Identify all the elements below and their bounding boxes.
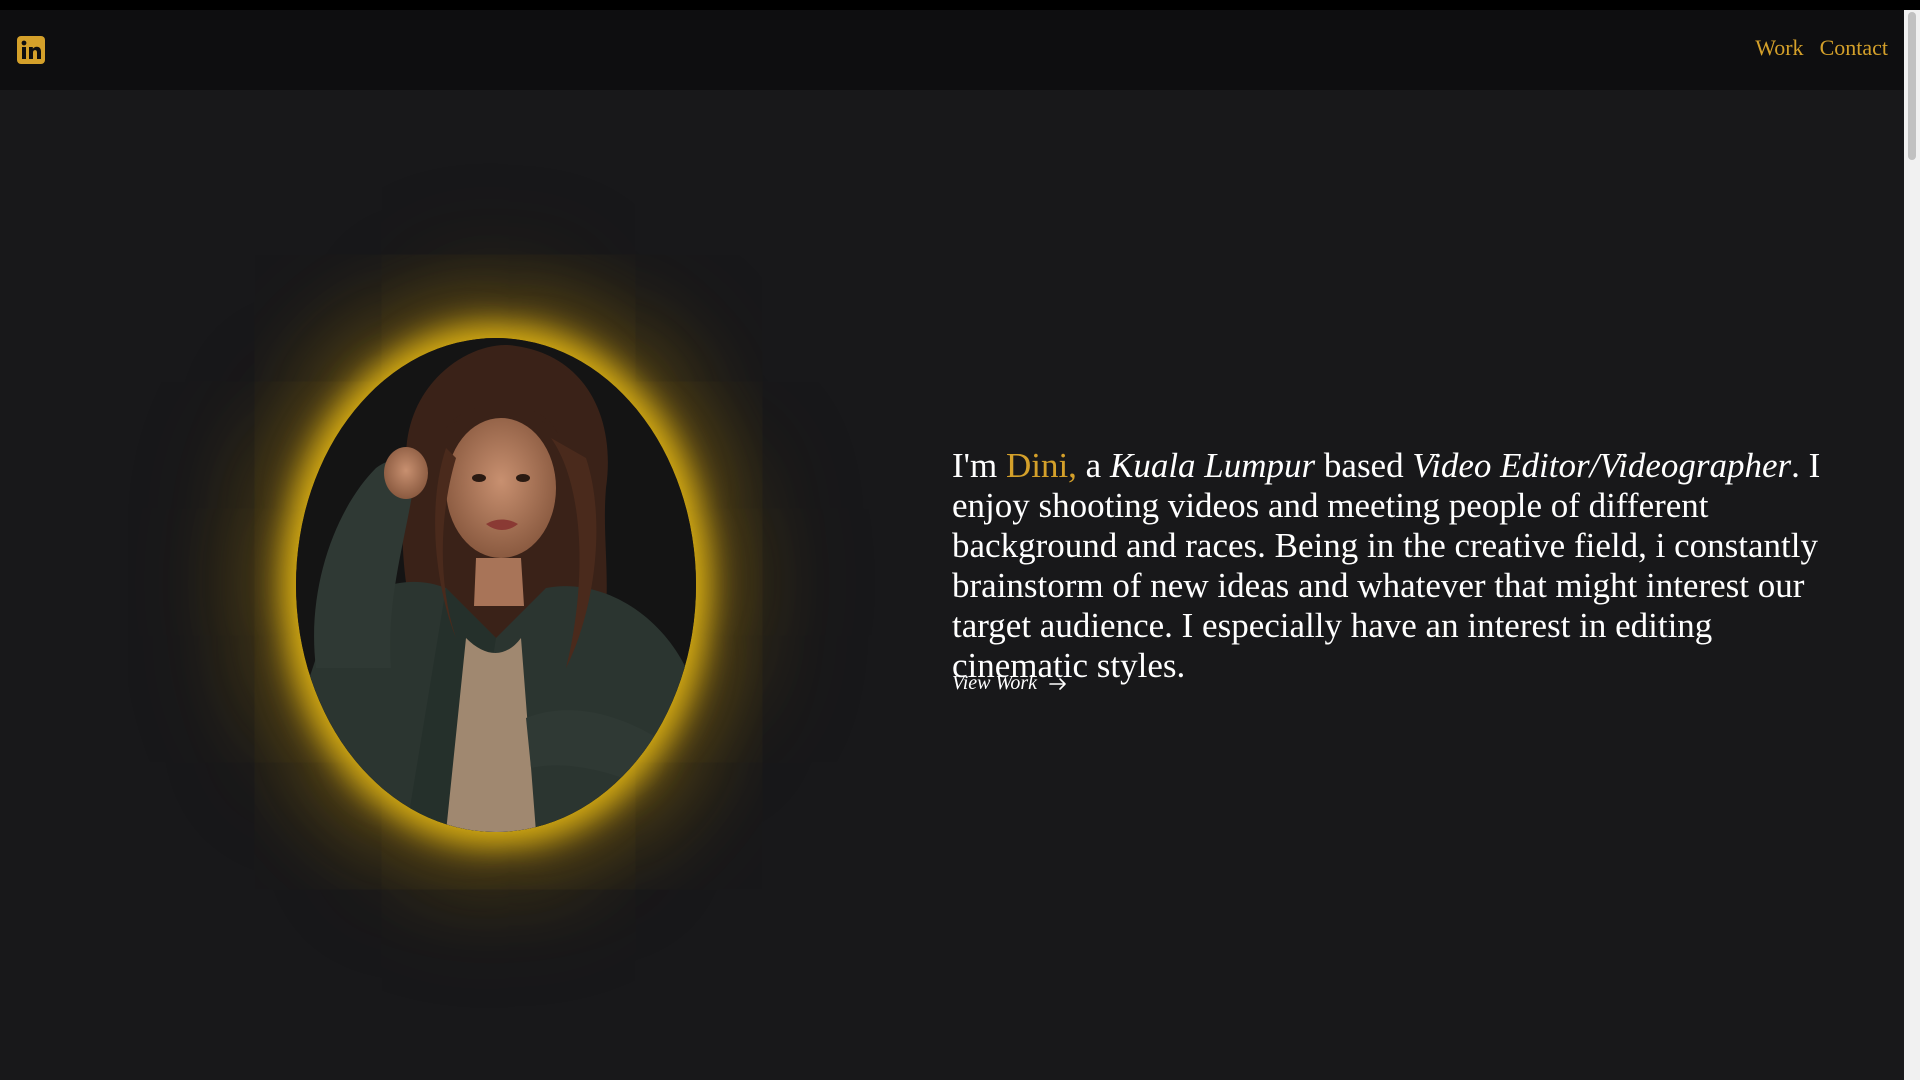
- intro-text: I'm Dini, a Kuala Lumpur based Video Edi…: [952, 446, 1852, 686]
- view-work-link[interactable]: View Work: [952, 672, 1067, 695]
- intro-name: Dini,: [1005, 446, 1077, 485]
- portrait-illustration: [296, 338, 696, 832]
- linkedin-glyph: [21, 40, 41, 59]
- portrait-image: [296, 338, 696, 832]
- scrollbar[interactable]: [1904, 10, 1920, 1080]
- intro-a: a: [1076, 446, 1110, 485]
- main-nav: Work Contact: [1755, 34, 1888, 63]
- navbar: Work Contact: [0, 10, 1904, 90]
- scrollbar-thumb[interactable]: [1908, 12, 1916, 160]
- nav-contact-link[interactable]: Contact: [1820, 34, 1888, 63]
- intro-location: Kuala Lumpur: [1109, 446, 1316, 485]
- intro-based: based: [1315, 446, 1413, 485]
- intro-role: Video Editor/Videographer: [1412, 446, 1792, 485]
- arrow-right-icon: [1049, 677, 1066, 690]
- view-work-label: View Work: [952, 672, 1037, 694]
- linkedin-icon[interactable]: [17, 36, 45, 64]
- top-strip: [0, 0, 1920, 10]
- intro-prefix: I'm: [952, 446, 1006, 485]
- nav-work-link[interactable]: Work: [1755, 34, 1803, 63]
